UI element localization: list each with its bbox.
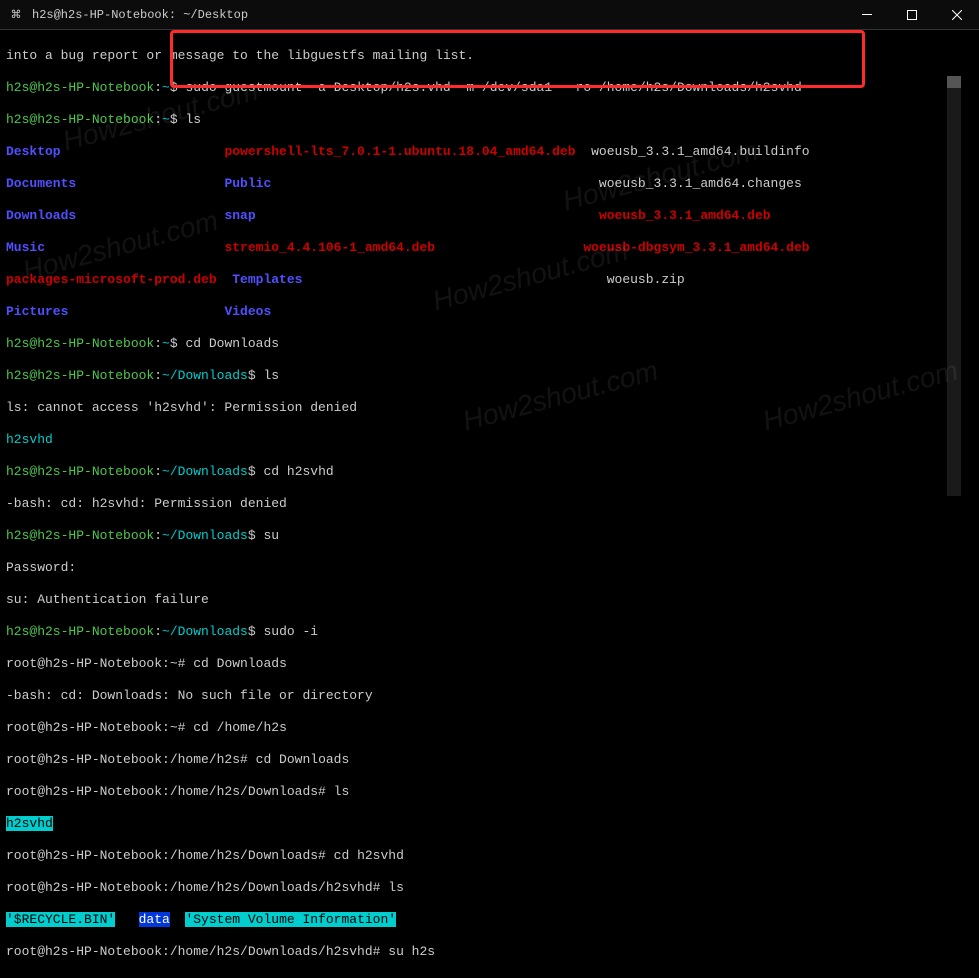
prompt-line: h2s@h2s-HP-Notebook:~/Downloads$ cd h2sv… [6,464,973,480]
window-titlebar: ⌘ h2s@h2s-HP-Notebook: ~/Desktop [0,0,979,30]
scrollbar[interactable] [947,76,961,496]
prompt-line: root@h2s-HP-Notebook:~# cd Downloads [6,656,973,672]
prompt-line: root@h2s-HP-Notebook:/home/h2s/Downloads… [6,944,973,960]
prompt-line: root@h2s-HP-Notebook:/home/h2s# cd Downl… [6,752,973,768]
error-line: su: Authentication failure [6,592,973,608]
error-line: -bash: cd: Downloads: No such file or di… [6,688,973,704]
prompt-line: root@h2s-HP-Notebook:/home/h2s/Downloads… [6,784,973,800]
error-line: -bash: cd: h2svhd: Permission denied [6,496,973,512]
output-line: into a bug report or message to the libg… [6,48,973,64]
close-button[interactable] [934,0,979,30]
prompt-line: h2s@h2s-HP-Notebook:~/Downloads$ ls [6,368,973,384]
prompt-line: root@h2s-HP-Notebook:~# cd /home/h2s [6,720,973,736]
prompt-line: h2s@h2s-HP-Notebook:~/Downloads$ su [6,528,973,544]
prompt-line: root@h2s-HP-Notebook:/home/h2s/Downloads… [6,848,973,864]
prompt-line: root@h2s-HP-Notebook:/home/h2s/Downloads… [6,880,973,896]
ls-line: Music stremio_4.4.106-1_amd64.deb woeusb… [6,240,973,256]
ls-line: Desktop powershell-lts_7.0.1-1.ubuntu.18… [6,144,973,160]
ls-line: packages-microsoft-prod.deb Templates wo… [6,272,973,288]
scrollbar-thumb[interactable] [947,76,961,88]
window-title: h2s@h2s-HP-Notebook: ~/Desktop [32,8,844,22]
terminal-icon: ⌘ [8,7,24,23]
prompt-line: h2s@h2s-HP-Notebook:~$ ls [6,112,973,128]
prompt-line: h2s@h2s-HP-Notebook:~$ cd Downloads [6,336,973,352]
maximize-button[interactable] [889,0,934,30]
terminal-output[interactable]: into a bug report or message to the libg… [0,30,979,978]
ls-line: Documents Public woeusb_3.3.1_amd64.chan… [6,176,973,192]
output-line: h2svhd [6,432,973,448]
prompt-line: h2s@h2s-HP-Notebook:~$ sudo guestmount -… [6,80,973,96]
output-line: '$RECYCLE.BIN' data 'System Volume Infor… [6,912,973,928]
minimize-button[interactable] [844,0,889,30]
ls-line: Downloads snap woeusb_3.3.1_amd64.deb [6,208,973,224]
window-controls [844,0,979,30]
error-line: ls: cannot access 'h2svhd': Permission d… [6,400,973,416]
output-line: Password: [6,560,973,576]
output-line: h2svhd [6,816,973,832]
ls-line: Pictures Videos [6,304,973,320]
prompt-line: h2s@h2s-HP-Notebook:~/Downloads$ sudo -i [6,624,973,640]
